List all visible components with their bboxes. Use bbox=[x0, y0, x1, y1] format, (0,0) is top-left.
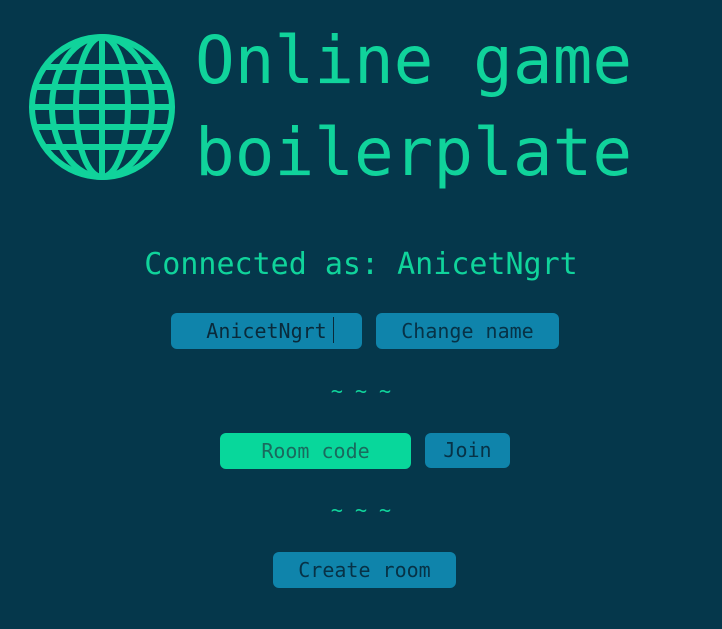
room-code-input[interactable] bbox=[220, 433, 411, 469]
header: Online game boilerplate bbox=[0, 0, 722, 200]
page-title-line-1: Online game bbox=[195, 22, 633, 99]
separator-1: ~ ~ ~ bbox=[330, 379, 392, 403]
connection-status-username: AnicetNgrt bbox=[397, 247, 578, 282]
connection-status: Connected as: AnicetNgrt bbox=[0, 248, 722, 282]
join-button[interactable]: Join bbox=[425, 433, 510, 468]
separator-2: ~ ~ ~ bbox=[330, 498, 392, 522]
page-title-line-2: boilerplate bbox=[195, 114, 633, 191]
change-name-button[interactable]: Change name bbox=[376, 313, 559, 349]
globe-icon bbox=[29, 34, 175, 180]
connection-status-prefix: Connected as: bbox=[144, 247, 398, 282]
text-caret bbox=[333, 317, 334, 343]
create-room-button[interactable]: Create room bbox=[273, 552, 456, 588]
page: Online game boilerplate Connected as: An… bbox=[0, 0, 722, 629]
